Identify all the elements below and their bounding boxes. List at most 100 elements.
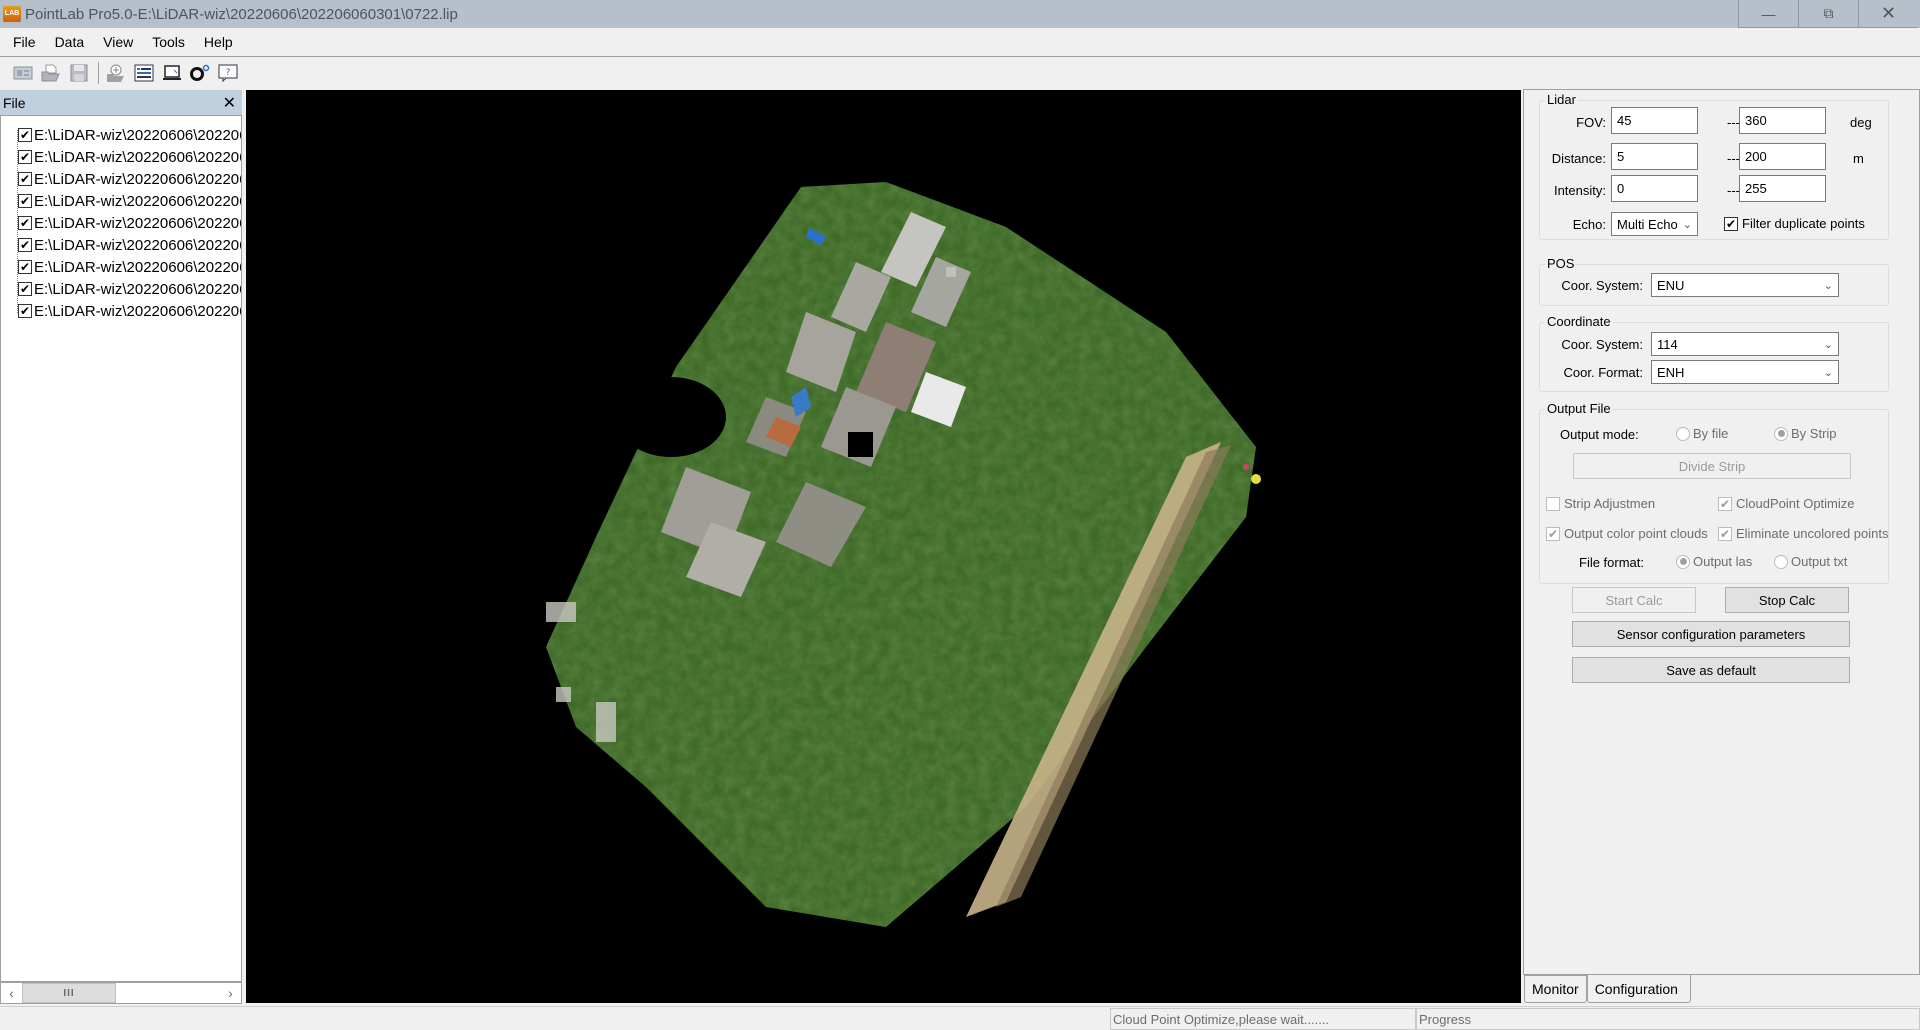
lidar-group: Lidar FOV: --- deg Distance: --- m Inten… <box>1539 92 1889 240</box>
help-button[interactable]: ? <box>217 62 239 84</box>
file-tree-item[interactable]: ✔ E:\LiDAR-wiz\20220606\20220606 <box>1 190 241 212</box>
by-strip-radio[interactable]: By Strip <box>1774 426 1837 441</box>
progress-indicator: Progress <box>1416 1008 1920 1030</box>
intensity-max-input[interactable] <box>1739 175 1826 202</box>
output-color-label: Output color point clouds <box>1564 526 1708 541</box>
file-tree: ✔ E:\LiDAR-wiz\20220606\20220606 ✔ E:\LiDA… <box>0 115 242 982</box>
file-checkbox[interactable]: ✔ <box>18 304 32 318</box>
point-cloud-pond <box>616 377 726 457</box>
file-panel-title: File <box>3 94 26 111</box>
panel-tabs: Monitor Configuration <box>1524 975 1691 1004</box>
echo-select[interactable]: Multi Echo ⌄ <box>1611 212 1698 236</box>
file-label: E:\LiDAR-wiz\20220606\20220606 <box>34 214 242 232</box>
start-calc-button[interactable]: Start Calc <box>1572 587 1696 613</box>
file-checkbox[interactable]: ✔ <box>18 238 32 252</box>
scroll-right-button[interactable]: › <box>220 983 241 1003</box>
distance-unit: m <box>1853 151 1864 166</box>
menu-help[interactable]: Help <box>201 32 236 52</box>
cloudpoint-optimize-label: CloudPoint Optimize <box>1736 496 1855 511</box>
zoom-search-icon <box>107 64 124 82</box>
file-checkbox[interactable]: ✔ <box>18 194 32 208</box>
list-button[interactable] <box>133 62 155 84</box>
file-tree-item[interactable]: ✔ E:\LiDAR-wiz\20220606\20220606 <box>1 168 241 190</box>
pos-group-title: POS <box>1545 256 1577 271</box>
by-file-radio[interactable]: By file <box>1676 426 1728 441</box>
restore-icon: ⧉ <box>1823 5 1834 21</box>
coor-system-label: Coor. System: <box>1561 337 1643 352</box>
pos-coor-system-select[interactable]: ENU ⌄ <box>1651 273 1839 297</box>
new-project-icon <box>13 66 33 80</box>
file-label: E:\LiDAR-wiz\20220606\20220606 <box>34 148 242 166</box>
intensity-label: Intensity: <box>1553 183 1606 198</box>
file-tree-item[interactable]: ✔ E:\LiDAR-wiz\20220606\20220606 <box>1 256 241 278</box>
fov-max-input[interactable] <box>1739 107 1826 134</box>
file-checkbox[interactable]: ✔ <box>18 216 32 230</box>
output-file-group-title: Output File <box>1545 401 1613 416</box>
cloudpoint-optimize-checkbox[interactable]: ✔ CloudPoint Optimize <box>1718 496 1855 511</box>
file-checkbox[interactable]: ✔ <box>18 282 32 296</box>
file-checkbox[interactable]: ✔ <box>18 172 32 186</box>
output-color-checkbox[interactable]: ✔ Output color point clouds <box>1546 526 1708 541</box>
horizontal-scrollbar[interactable]: ‹ III › <box>0 982 242 1004</box>
coor-system-select[interactable]: 114 ⌄ <box>1651 332 1839 356</box>
coor-format-select[interactable]: ENH ⌄ <box>1651 360 1839 384</box>
save-default-button[interactable]: Save as default <box>1572 657 1850 683</box>
scrollbar-thumb[interactable]: III <box>22 983 116 1003</box>
fov-min-input[interactable] <box>1611 107 1698 134</box>
settings-button[interactable] <box>189 62 211 84</box>
file-tree-item[interactable]: ✔ E:\LiDAR-wiz\20220606\20220606 <box>1 278 241 300</box>
tab-monitor[interactable]: Monitor <box>1524 975 1587 1003</box>
output-las-radio[interactable]: Output las <box>1676 554 1752 569</box>
file-tree-item[interactable]: ✔ E:\LiDAR-wiz\20220606\20220606 <box>1 146 241 168</box>
distance-min-input[interactable] <box>1611 143 1698 170</box>
pos-group: POS Coor. System: ENU ⌄ <box>1539 256 1889 306</box>
intensity-min-input[interactable] <box>1611 175 1698 202</box>
chevron-down-icon: ⌄ <box>1682 218 1692 231</box>
file-label: E:\LiDAR-wiz\20220606\20220606 <box>34 280 242 298</box>
save-button[interactable] <box>68 62 90 84</box>
divide-strip-button[interactable]: Divide Strip <box>1573 453 1851 479</box>
filter-duplicate-label: Filter duplicate points <box>1742 216 1865 231</box>
file-panel-close-button[interactable]: ✕ <box>223 93 236 113</box>
eliminate-uncolored-label: Eliminate uncolored points <box>1736 526 1889 541</box>
minimize-button[interactable]: — <box>1738 0 1798 28</box>
title-bar: LAB PointLab Pro5.0-E:\LiDAR-wiz\2022060… <box>0 0 1920 28</box>
zoom-button[interactable] <box>105 62 127 84</box>
menu-tools[interactable]: Tools <box>149 32 188 52</box>
help-icon: ? <box>218 64 238 82</box>
file-checkbox[interactable]: ✔ <box>18 150 32 164</box>
menu-view[interactable]: View <box>100 32 136 52</box>
file-checkbox[interactable]: ✔ <box>18 128 32 142</box>
file-tree-item[interactable]: ✔ E:\LiDAR-wiz\20220606\20220606 <box>1 234 241 256</box>
file-tree-item[interactable]: ✔ E:\LiDAR-wiz\20220606\20220606 <box>1 124 241 146</box>
tab-configuration[interactable]: Configuration <box>1586 975 1691 1003</box>
file-tree-item[interactable]: ✔ E:\LiDAR-wiz\20220606\20220606 <box>1 300 241 322</box>
status-message: Cloud Point Optimize,please wait....... <box>1110 1008 1416 1030</box>
menu-data[interactable]: Data <box>52 32 88 52</box>
filter-duplicate-checkbox[interactable]: ✔ Filter duplicate points <box>1724 216 1865 231</box>
strip-adjustment-checkbox[interactable]: Strip Adjustmen <box>1546 496 1655 511</box>
file-tree-item[interactable]: ✔ E:\LiDAR-wiz\20220606\20220606 <box>1 212 241 234</box>
restore-button[interactable]: ⧉ <box>1798 0 1858 28</box>
file-checkbox[interactable]: ✔ <box>18 260 32 274</box>
chevron-down-icon: ⌄ <box>1823 338 1833 351</box>
menu-file[interactable]: File <box>10 32 39 52</box>
file-panel-header: File ✕ <box>0 90 242 115</box>
minimize-icon: — <box>1761 5 1776 22</box>
output-txt-radio[interactable]: Output txt <box>1774 554 1847 569</box>
scroll-left-button[interactable]: ‹ <box>1 983 22 1003</box>
monitor-button[interactable] <box>161 62 183 84</box>
distance-max-input[interactable] <box>1739 143 1826 170</box>
point-cloud-viewport[interactable] <box>246 90 1521 1003</box>
radio-unselected-icon <box>1676 426 1690 441</box>
open-button[interactable] <box>40 62 62 84</box>
new-project-button[interactable] <box>12 62 34 84</box>
coor-format-value: ENH <box>1657 364 1685 380</box>
pointlab-logo-icon: LAB <box>3 6 21 22</box>
stop-calc-button[interactable]: Stop Calc <box>1725 587 1849 613</box>
gear-icon <box>190 64 210 81</box>
close-button[interactable]: ✕ <box>1858 0 1918 28</box>
eliminate-uncolored-checkbox[interactable]: ✔ Eliminate uncolored points <box>1718 526 1890 541</box>
echo-label: Echo: <box>1572 217 1606 232</box>
sensor-config-button[interactable]: Sensor configuration parameters <box>1572 621 1850 647</box>
